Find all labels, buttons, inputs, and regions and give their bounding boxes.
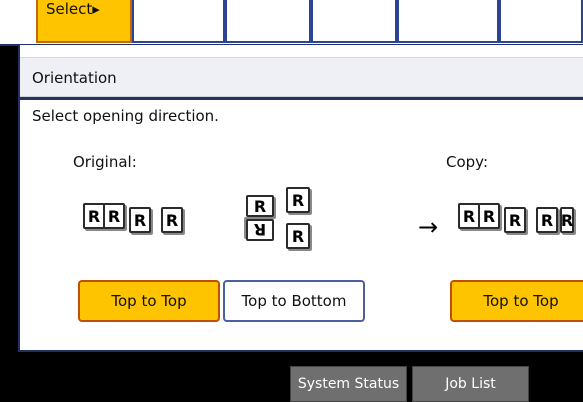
header-divider: [20, 97, 583, 100]
job-list-button[interactable]: Job List: [412, 366, 529, 402]
page-icon: R: [83, 203, 105, 229]
status-bar: System Status Job List: [0, 354, 583, 402]
top-tab-bar: Select▸: [0, 0, 583, 46]
page-icon: R: [129, 207, 151, 233]
tab-3[interactable]: [225, 0, 311, 43]
orientation-header: Orientation: [20, 57, 583, 97]
page-icon: R: [286, 187, 310, 213]
tab-4[interactable]: [311, 0, 397, 43]
page-icon: R: [246, 219, 274, 241]
page-icon: R: [161, 207, 183, 233]
page-icon: R: [286, 223, 310, 249]
original-label: Original:: [73, 153, 137, 171]
page-icon: R: [478, 203, 500, 229]
page-icon: R: [560, 207, 574, 233]
page-icon: R: [458, 203, 480, 229]
page-icon: R: [504, 207, 526, 233]
opening-direction-prompt: Select opening direction.: [32, 107, 219, 125]
tab-select[interactable]: Select▸: [36, 0, 132, 43]
copy-label: Copy:: [446, 153, 489, 171]
original-top-to-top-button[interactable]: Top to Top: [78, 280, 220, 322]
page-icon: R: [536, 207, 558, 233]
original-top-to-bottom-button[interactable]: Top to Bottom: [223, 280, 365, 322]
tab-6[interactable]: [499, 0, 583, 43]
orientation-panel: Orientation Select opening direction. Or…: [18, 45, 583, 352]
system-status-button[interactable]: System Status: [290, 366, 407, 402]
page-icon: R: [103, 203, 125, 229]
tab-5[interactable]: [397, 0, 499, 43]
tab-select-label: Select▸: [46, 0, 100, 18]
copy-top-to-top-button[interactable]: Top to Top: [450, 280, 583, 322]
arrow-right-icon: →: [418, 213, 439, 241]
page-icon: R: [246, 195, 274, 217]
tab-2[interactable]: [132, 0, 225, 43]
